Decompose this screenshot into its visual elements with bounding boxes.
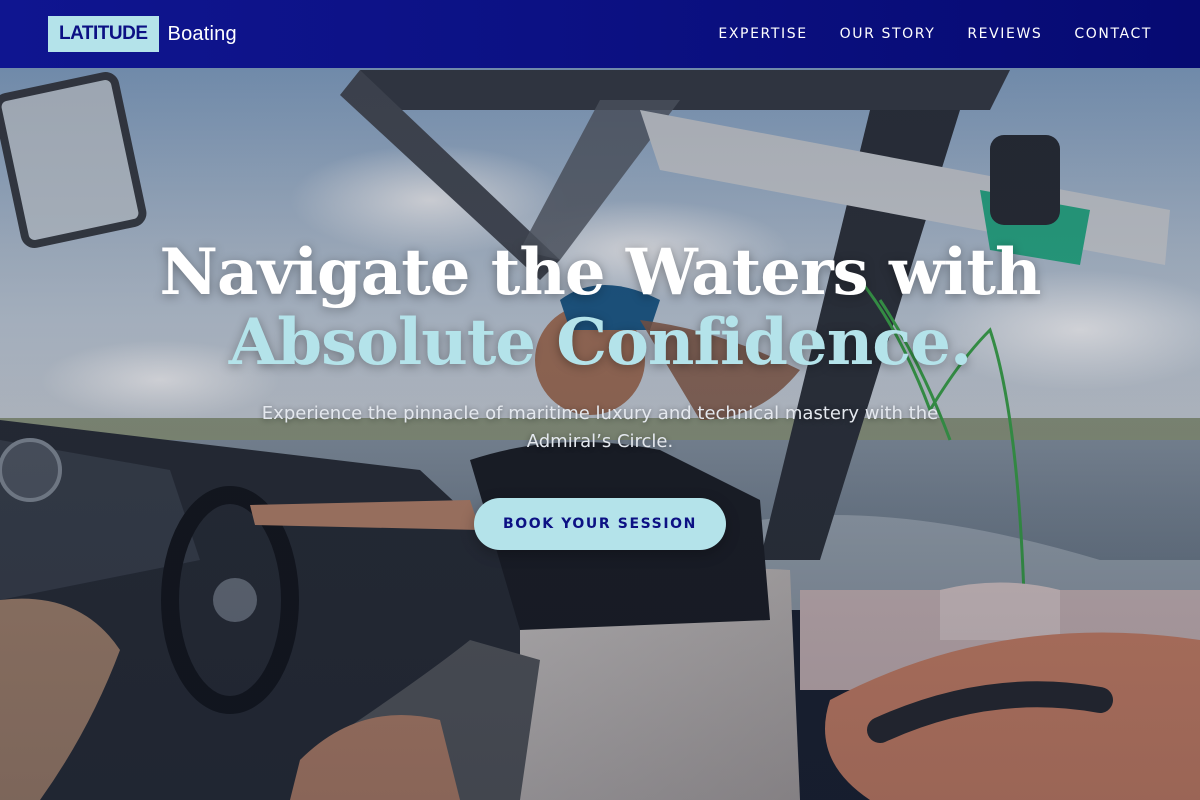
logo-box: LATITUDE	[48, 16, 159, 52]
headline-line-1: Navigate the Waters with	[159, 235, 1042, 310]
hero-content: Navigate the Waters with Absolute Confid…	[0, 238, 1200, 550]
hero-headline: Navigate the Waters with Absolute Confid…	[0, 238, 1200, 378]
nav-link-our-story[interactable]: OUR STORY	[840, 26, 936, 42]
nav-link-reviews[interactable]: REVIEWS	[967, 26, 1042, 42]
logo-text: Boating	[167, 22, 237, 45]
top-navbar: LATITUDE Boating EXPERTISE OUR STORY REV…	[0, 0, 1200, 68]
nav-link-expertise[interactable]: EXPERTISE	[718, 26, 807, 42]
nav-links: EXPERTISE OUR STORY REVIEWS CONTACT	[718, 26, 1152, 42]
brand-logo[interactable]: LATITUDE Boating	[48, 16, 237, 52]
hero-subtext: Experience the pinnacle of maritime luxu…	[261, 403, 939, 452]
book-session-button[interactable]: BOOK YOUR SESSION	[474, 498, 726, 550]
nav-link-contact[interactable]: CONTACT	[1074, 26, 1152, 42]
headline-line-2: Absolute Confidence.	[228, 305, 973, 380]
